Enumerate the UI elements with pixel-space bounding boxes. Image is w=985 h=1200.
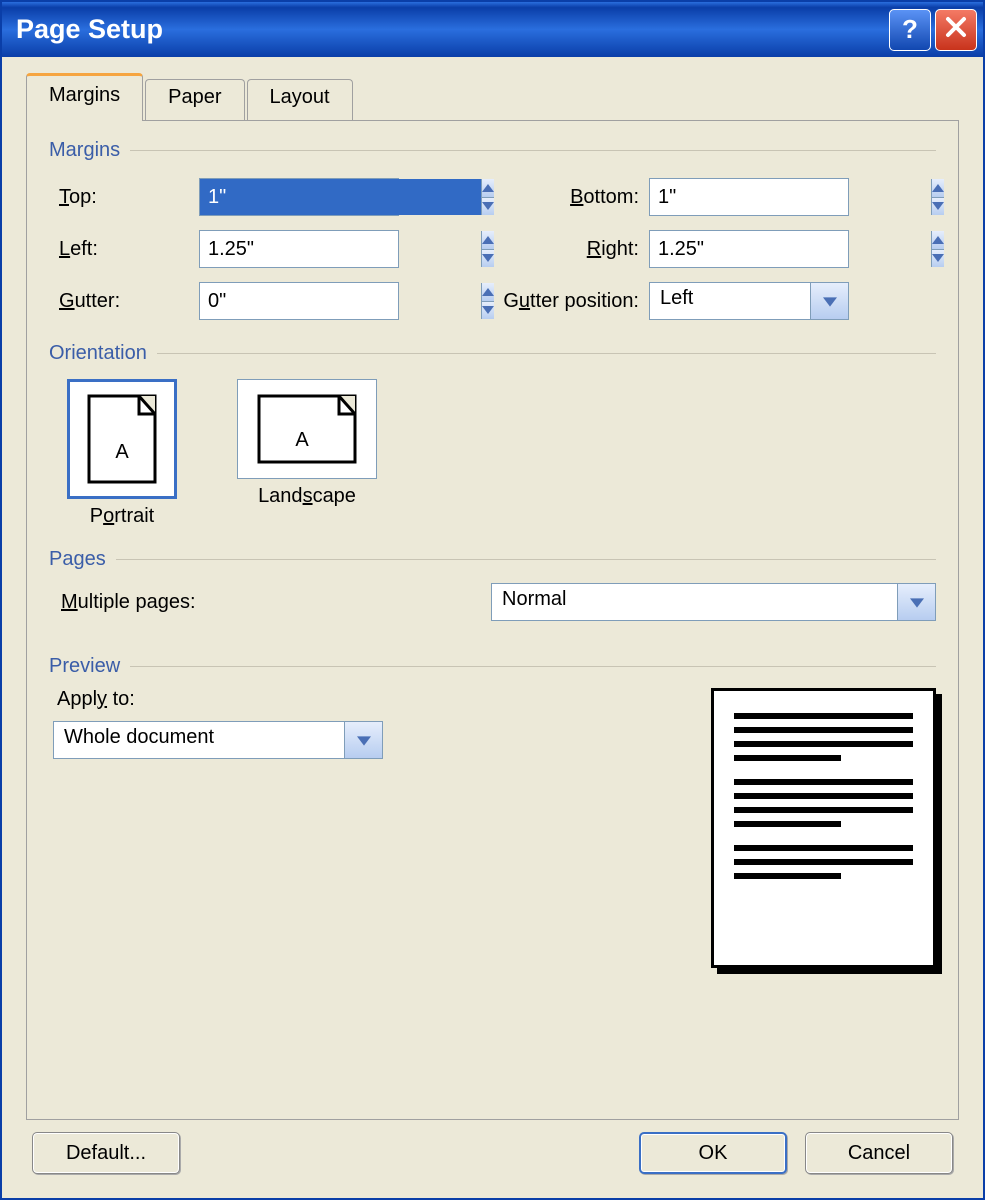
- bottom-label: Bottom:: [459, 186, 649, 209]
- close-icon: [944, 15, 968, 45]
- landscape-label: Landscape: [258, 485, 356, 508]
- orientation-row: A Portrait A Lan: [67, 379, 936, 528]
- gutter-pos-dropdown-button[interactable]: [810, 283, 848, 319]
- multiple-pages-combo[interactable]: Normal: [491, 583, 936, 621]
- ok-button[interactable]: OK: [639, 1132, 787, 1174]
- bottom-spin-up[interactable]: [931, 179, 944, 197]
- chevron-down-icon: [823, 290, 837, 313]
- svg-text:A: A: [115, 441, 129, 463]
- apply-to-combo[interactable]: Whole document: [53, 721, 383, 759]
- orientation-portrait[interactable]: A Portrait: [67, 379, 177, 528]
- apply-to-value: Whole document: [54, 722, 344, 758]
- tab-strip: Margins Paper Layout: [26, 73, 959, 121]
- preview-group-title: Preview: [49, 655, 936, 678]
- apply-to-dropdown-button[interactable]: [344, 722, 382, 758]
- apply-to-label: Apply to:: [57, 688, 681, 711]
- portrait-label: Portrait: [90, 505, 154, 528]
- bottom-spin-down[interactable]: [931, 197, 944, 216]
- gutter-pos-label: Gutter position:: [459, 290, 649, 313]
- dialog-button-row: Default... OK Cancel: [26, 1120, 959, 1188]
- margins-grid: Top: Bottom: Left:: [59, 178, 936, 320]
- landscape-icon: A: [237, 379, 377, 479]
- cancel-button[interactable]: Cancel: [805, 1132, 953, 1174]
- right-spin-up[interactable]: [931, 231, 944, 249]
- margins-group-title: Margins: [49, 139, 936, 162]
- right-spinner[interactable]: [649, 230, 849, 268]
- help-button[interactable]: ?: [889, 9, 931, 51]
- right-spin-down[interactable]: [931, 249, 944, 268]
- tabpage-margins: Margins Top: Bottom:: [26, 120, 959, 1120]
- bottom-input[interactable]: [650, 179, 931, 215]
- chevron-down-icon: [357, 729, 371, 752]
- preview-page-icon: [711, 688, 936, 968]
- gutter-input[interactable]: [200, 283, 481, 319]
- bottom-spinner[interactable]: [649, 178, 849, 216]
- close-button[interactable]: [935, 9, 977, 51]
- default-button[interactable]: Default...: [32, 1132, 180, 1174]
- left-input[interactable]: [200, 231, 481, 267]
- portrait-icon: A: [67, 379, 177, 499]
- right-label: Right:: [459, 238, 649, 261]
- chevron-down-icon: [910, 591, 924, 614]
- left-label: Left:: [59, 238, 199, 261]
- top-spinner[interactable]: [199, 178, 399, 216]
- multiple-pages-value: Normal: [492, 584, 897, 620]
- gutter-spinner[interactable]: [199, 282, 399, 320]
- gutter-label: Gutter:: [59, 290, 199, 313]
- tab-layout[interactable]: Layout: [247, 79, 353, 121]
- svg-text:A: A: [295, 429, 309, 451]
- top-input[interactable]: [200, 179, 481, 215]
- top-label: Top:: [59, 186, 199, 209]
- gutter-pos-combo[interactable]: Left: [649, 282, 849, 320]
- titlebar: Page Setup ?: [2, 2, 983, 57]
- orientation-group-title: Orientation: [49, 342, 936, 365]
- window-title: Page Setup: [16, 14, 885, 45]
- tab-margins[interactable]: Margins: [26, 73, 143, 121]
- left-spinner[interactable]: [199, 230, 399, 268]
- orientation-landscape[interactable]: A Landscape: [237, 379, 377, 528]
- right-input[interactable]: [650, 231, 931, 267]
- multiple-pages-dropdown-button[interactable]: [897, 584, 935, 620]
- tab-paper[interactable]: Paper: [145, 79, 244, 121]
- multiple-pages-label: Multiple pages:: [61, 591, 491, 614]
- gutter-pos-value: Left: [650, 283, 810, 319]
- pages-group-title: Pages: [49, 548, 936, 571]
- page-setup-dialog: Page Setup ? Margins Paper Layout Margin…: [0, 0, 985, 1200]
